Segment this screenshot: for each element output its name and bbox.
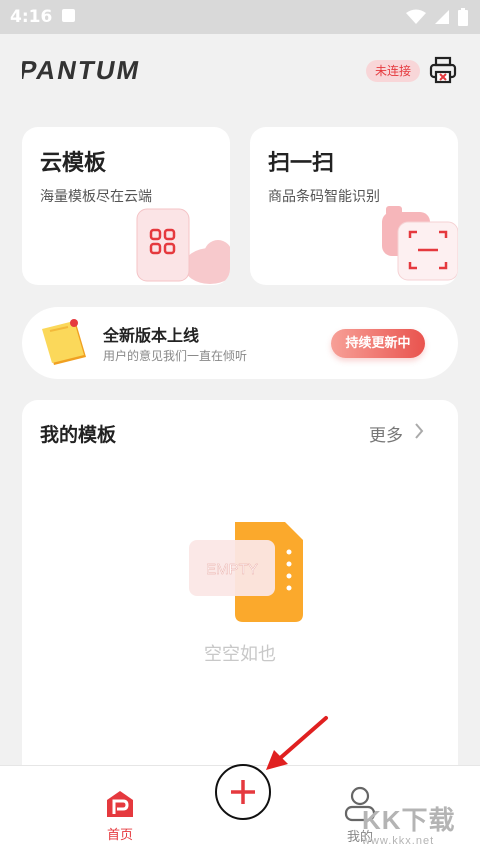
banner-title: 全新版本上线 [103, 326, 200, 345]
banner-subtitle: 用户的意见我们一直在倾听 [103, 349, 248, 363]
watermark: KK下载 www.kkx.net [362, 800, 456, 847]
scan-card-title: 扫一扫 [268, 151, 335, 176]
connection-status-badge: 未连接 [366, 60, 420, 82]
cloud-template-card[interactable]: 云模板 海量模板尽在云端 [22, 127, 230, 285]
wifi-icon [406, 9, 426, 24]
battery-icon [458, 8, 468, 26]
cloud-card-title: 云模板 [40, 151, 107, 176]
my-templates-title: 我的模板 [40, 424, 117, 446]
watermark-brand: KK下载 [362, 805, 456, 835]
chevron-right-icon[interactable] [414, 422, 424, 440]
continuous-update-button[interactable]: 持续更新中 [331, 329, 425, 358]
new-version-banner[interactable]: 全新版本上线 用户的意见我们一直在倾听 持续更新中 [22, 307, 458, 379]
home-p-icon [107, 791, 133, 817]
status-bar: 4:16 [0, 0, 480, 34]
printer-disconnected-icon[interactable] [428, 55, 458, 85]
scan-barcode-icon [382, 206, 458, 281]
tab-home[interactable]: 首页 [98, 790, 142, 843]
empty-badge-text: EMPTY [206, 561, 258, 578]
brand-logo: PANTUM [22, 55, 143, 85]
signal-icon [435, 10, 449, 24]
tab-home-label: 首页 [106, 828, 133, 843]
status-icons [406, 8, 468, 26]
status-time: 4:16 [10, 7, 53, 27]
annotation-arrow-icon [266, 716, 328, 770]
empty-state-text: 空空如也 [204, 644, 276, 665]
cloud-template-icon [136, 208, 230, 284]
more-link[interactable]: 更多 [369, 421, 403, 446]
scan-card[interactable]: 扫一扫 商品条码智能识别 [250, 127, 458, 285]
my-templates-section: 我的模板 更多 EMPTY 空空如也 [22, 400, 458, 780]
notification-icon [62, 9, 75, 22]
empty-state-illustration: EMPTY [189, 522, 303, 622]
brand-logo-text: PANTUM [22, 55, 143, 85]
sticky-note-icon [42, 319, 86, 365]
